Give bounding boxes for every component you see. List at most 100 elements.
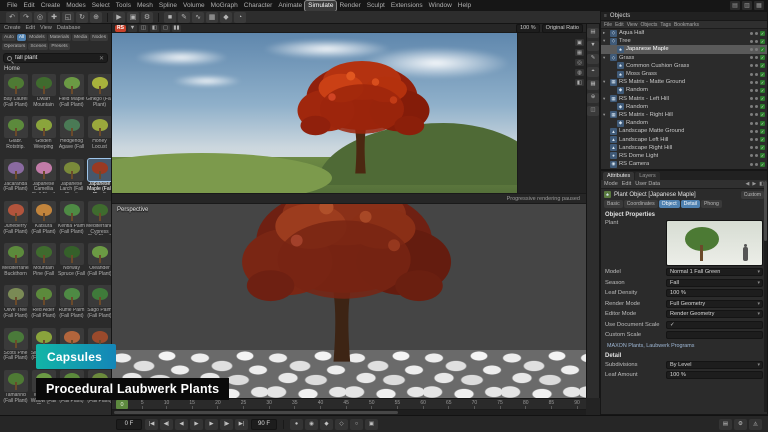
- object-row[interactable]: ▾ ▦ RS Matrix - Left Hill ✓: [601, 95, 767, 103]
- expand-caret-icon[interactable]: ▾: [603, 96, 608, 102]
- menu-item[interactable]: Tools: [113, 1, 134, 11]
- enable-toggle[interactable]: ✓: [760, 72, 765, 77]
- key-rotation-icon[interactable]: ○: [350, 419, 363, 430]
- asset-browser-menu-item[interactable]: Edit: [26, 25, 35, 31]
- render-visibility-dot[interactable]: [755, 154, 758, 157]
- asset-item[interactable]: Japanese Maple (Fall Plant): [86, 159, 111, 199]
- enable-toggle[interactable]: ✓: [760, 47, 765, 52]
- asset-item[interactable]: Red Alder (Fall Plant): [30, 285, 57, 325]
- rotate-icon[interactable]: ↻: [76, 12, 88, 23]
- object-label[interactable]: RS Matrix - Right Hill: [619, 112, 673, 118]
- mograph-icon[interactable]: ▦: [206, 12, 218, 23]
- asset-thumbnail[interactable]: [4, 74, 28, 96]
- compare-ab-icon[interactable]: ◧: [150, 25, 159, 32]
- asset-item[interactable]: Juneberry (Fall Plant): [2, 201, 29, 241]
- visibility-dots[interactable]: [750, 130, 758, 133]
- object-label[interactable]: RS Camera: [619, 161, 649, 167]
- section-tab[interactable]: Object: [659, 200, 680, 208]
- visibility-dots[interactable]: [750, 32, 758, 35]
- menu-item[interactable]: Simulate: [305, 1, 336, 11]
- asset-thumbnail[interactable]: [32, 116, 56, 138]
- enable-toggle[interactable]: ✓: [760, 39, 765, 44]
- key-position-icon[interactable]: ◆: [320, 419, 333, 430]
- editor-visibility-dot[interactable]: [750, 40, 753, 43]
- asset-search[interactable]: ✕: [3, 53, 108, 63]
- object-row[interactable]: ▲ Landscape Right Hill ✓: [601, 144, 767, 152]
- asset-thumbnail[interactable]: [60, 285, 84, 307]
- filter-chip[interactable]: Auto: [2, 34, 16, 41]
- asset-item[interactable]: Glabr. Rotstrip. (Fall Plant): [2, 116, 29, 156]
- section-tab[interactable]: Detail: [681, 200, 700, 208]
- render-visibility-dot[interactable]: [755, 138, 758, 141]
- render-visibility-dot[interactable]: [755, 105, 758, 108]
- spline-icon[interactable]: ∿: [192, 12, 204, 23]
- property-value[interactable]: 100 %: [666, 371, 763, 379]
- start-frame-field[interactable]: 0 F: [116, 419, 142, 430]
- asset-item[interactable]: Ginkgo (Fall Plant): [86, 74, 111, 114]
- visibility-dots[interactable]: [750, 89, 758, 92]
- render-visibility-dot[interactable]: [755, 32, 758, 35]
- record-keyframe-icon[interactable]: ●: [290, 419, 303, 430]
- asset-item[interactable]: Dwarf Mountain Pine (Fall Plant): [30, 74, 57, 114]
- asset-browser-menu-item[interactable]: Database: [57, 25, 81, 31]
- object-row[interactable]: ◆ Random ✓: [601, 86, 767, 94]
- object-label[interactable]: Random: [626, 87, 648, 93]
- asset-thumbnail[interactable]: [4, 328, 28, 350]
- object-row[interactable]: ▾ ◇ Tree ✓: [601, 37, 767, 45]
- object-row[interactable]: ▾ ◇ Grass ✓: [601, 54, 767, 62]
- visibility-dots[interactable]: [750, 97, 758, 100]
- menu-item[interactable]: Create: [38, 1, 64, 11]
- enable-toggle[interactable]: ✓: [760, 121, 765, 126]
- asset-thumbnail[interactable]: [88, 201, 112, 223]
- render-visibility-dot[interactable]: [755, 130, 758, 133]
- asset-thumbnail[interactable]: [32, 74, 56, 96]
- add-cube-icon[interactable]: ■: [164, 12, 176, 23]
- asset-item[interactable]: Mediterranean Cypress (Fall Plant): [86, 201, 111, 241]
- property-value[interactable]: Full Geometry: [666, 300, 763, 308]
- menu-item[interactable]: Character: [241, 1, 276, 11]
- object-row[interactable]: ▲ Landscape Matte Ground ✓: [601, 127, 767, 135]
- search-input[interactable]: [15, 55, 96, 61]
- asset-thumbnail[interactable]: [88, 74, 112, 96]
- menu-item[interactable]: MoGraph: [208, 1, 241, 11]
- editor-visibility-dot[interactable]: [750, 163, 753, 166]
- editor-visibility-dot[interactable]: [750, 130, 753, 133]
- property-value[interactable]: By Level: [666, 361, 763, 369]
- object-row[interactable]: ● RS Dome Light ✓: [601, 152, 767, 160]
- asset-thumbnail[interactable]: [60, 74, 84, 96]
- asset-item[interactable]: Japanese Larch (Fall Plant): [58, 159, 85, 199]
- filter-chip[interactable]: Nodes: [90, 34, 108, 41]
- object-label[interactable]: Landscape Right Hill: [619, 145, 672, 151]
- enable-toggle[interactable]: ✓: [760, 96, 765, 101]
- render-visibility-dot[interactable]: [755, 89, 758, 92]
- live-selection-icon[interactable]: ◎: [34, 12, 46, 23]
- render-visibility-dot[interactable]: [755, 56, 758, 59]
- asset-item[interactable]: Ruffle Palm (Fall Plant): [58, 285, 85, 325]
- render-visibility-dot[interactable]: [755, 113, 758, 116]
- history-back-icon[interactable]: ◀: [746, 181, 750, 187]
- breadcrumb[interactable]: Home: [0, 64, 111, 73]
- category-chip[interactable]: Operators: [2, 43, 27, 50]
- render-settings-icon[interactable]: ⚙: [141, 12, 153, 23]
- asset-item[interactable]: Honey Locust 'Sunburst' (Fall Plant): [86, 116, 111, 156]
- menu-item[interactable]: Mesh: [134, 1, 156, 11]
- filter-icon[interactable]: ▼: [587, 41, 599, 51]
- menu-item[interactable]: Modes: [63, 1, 89, 11]
- asset-item[interactable]: Scots Pine (Fall Plant): [2, 328, 29, 368]
- scale-icon[interactable]: ◱: [62, 12, 74, 23]
- enable-toggle[interactable]: ✓: [760, 104, 765, 109]
- hud-icon[interactable]: ▤: [719, 419, 732, 430]
- asset-browser-menu-item[interactable]: View: [40, 25, 52, 31]
- timeline-scroll-thumb[interactable]: [114, 411, 398, 414]
- visibility-dots[interactable]: [750, 56, 758, 59]
- render-visibility-dot[interactable]: [755, 163, 758, 166]
- menu-item[interactable]: Edit: [20, 1, 37, 11]
- render-visibility-dot[interactable]: [755, 64, 758, 67]
- object-row[interactable]: ◉ RS Camera ✓: [601, 160, 767, 168]
- asset-item[interactable]: Kentia Palm (Fall Plant): [58, 201, 85, 241]
- object-label[interactable]: Aqua Half: [619, 30, 644, 36]
- history-forward-icon[interactable]: ▶: [752, 181, 756, 187]
- object-row[interactable]: ♣ Moss Grass ✓: [601, 70, 767, 78]
- object-manager-menu-item[interactable]: Bookmarks: [674, 22, 699, 28]
- mode-menu-item[interactable]: Mode: [604, 181, 618, 187]
